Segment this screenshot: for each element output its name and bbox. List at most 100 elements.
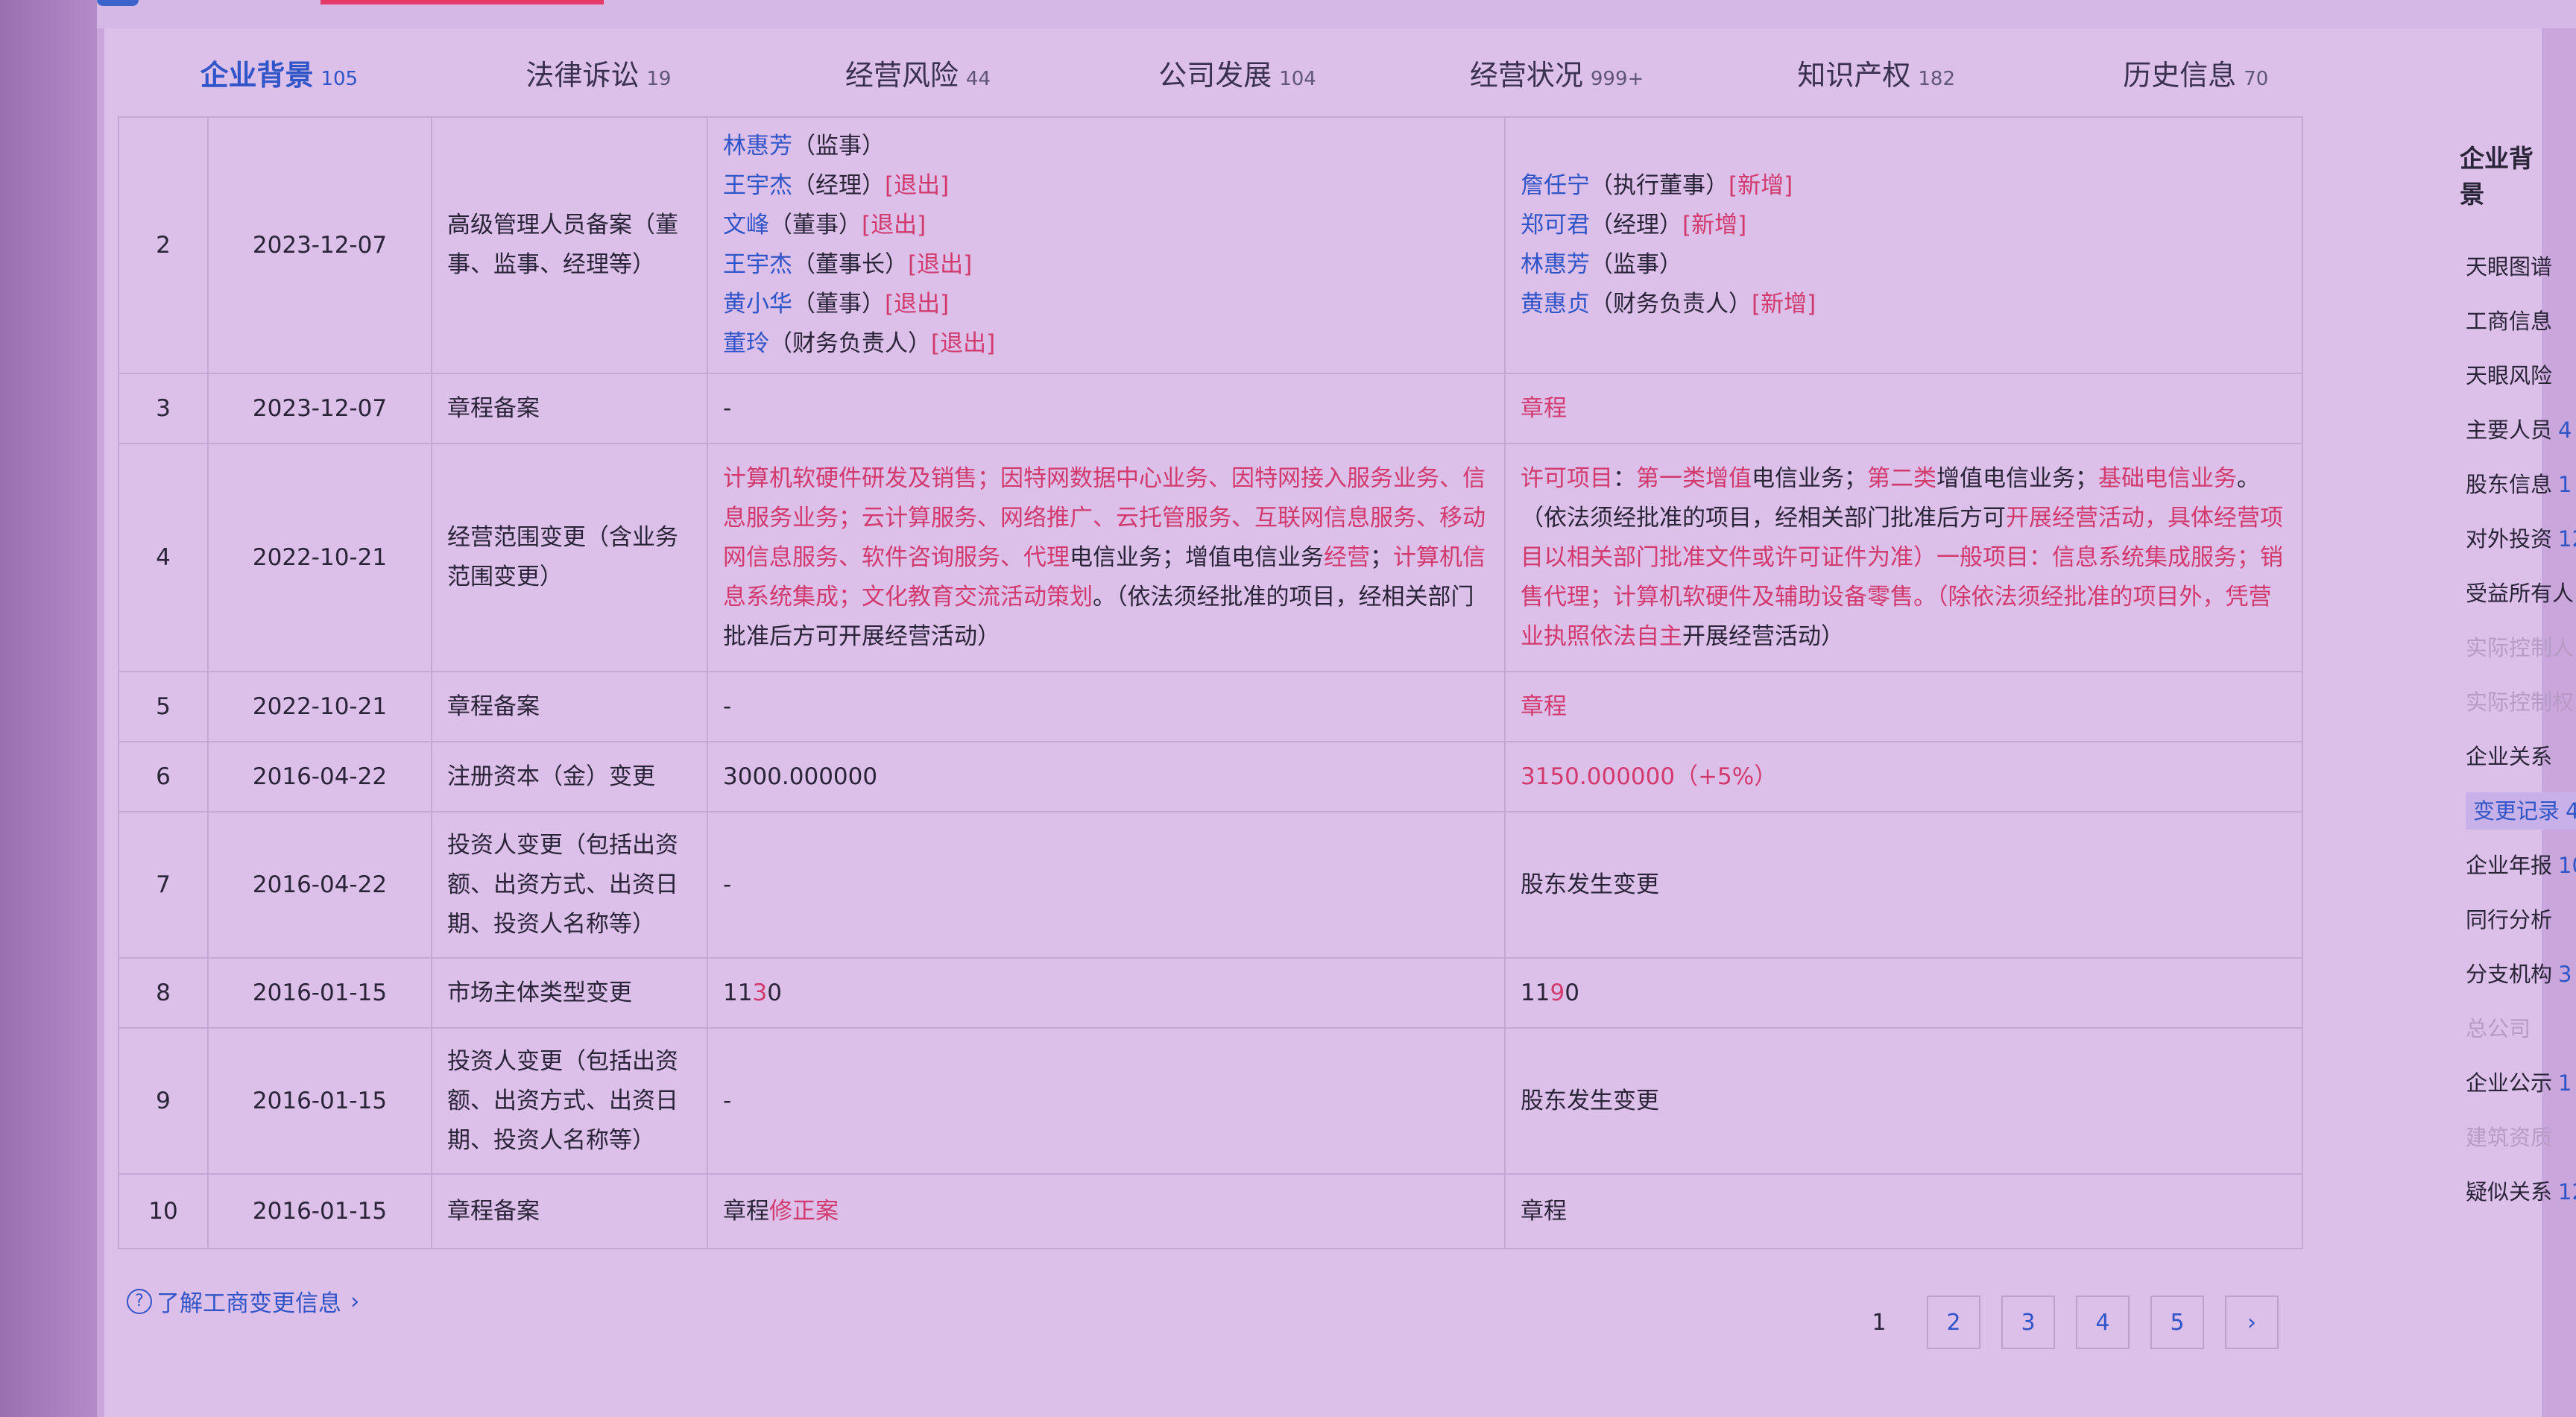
sidebar-item-shareholders[interactable]: 股东信息 1 xyxy=(2437,458,2572,512)
person-role: （执行董事） xyxy=(1590,172,1729,199)
tab-label: 法律诉讼 xyxy=(525,58,640,92)
person-link[interactable]: 文峰 xyxy=(723,212,769,239)
hint-text: 了解工商变更信息 xyxy=(157,1290,341,1317)
sidebar-item-peer-analysis[interactable]: 同行分析 xyxy=(2437,893,2552,947)
status-tag: [退出] xyxy=(885,172,950,199)
scope-text: 许可项目 xyxy=(1521,464,1613,492)
scope-text: 经营 xyxy=(1324,543,1370,571)
page-button[interactable]: 5 xyxy=(2150,1296,2204,1349)
person-link[interactable]: 林惠芳 xyxy=(723,133,792,160)
tab-count: 19 xyxy=(646,67,672,90)
person-link[interactable]: 林惠芳 xyxy=(1521,251,1590,278)
sidebar-item-count: 12 xyxy=(2558,1179,2576,1205)
before-change: 计算机软硬件研发及销售；因特网数据中心业务、因特网接入服务业务、信息服务业务；云… xyxy=(707,443,1506,672)
sidebar-item-public-notices[interactable]: 企业公示 1 xyxy=(2437,1056,2572,1111)
scope-text: 开展经营活动） xyxy=(1682,622,1844,650)
before-change: - xyxy=(707,811,1506,959)
status-tag: [新增] xyxy=(1729,172,1793,199)
sidebar-item-count: 10 xyxy=(2558,853,2576,878)
table-row: 5 2022-10-21 章程备案 - 章程 xyxy=(118,671,2303,742)
row-number: 3 xyxy=(118,373,209,444)
tab-intellectual-property[interactable]: 知识产权 182 xyxy=(1717,52,2036,93)
type-code-diff: 3 xyxy=(752,979,768,1006)
person-link[interactable]: 黄惠贞 xyxy=(1521,291,1590,318)
tab-count: 44 xyxy=(965,67,991,90)
sidebar-item-actual-controller: 实际控制人 xyxy=(2437,621,2574,675)
sidebar-item-beneficial-owner[interactable]: 受益所有人1 xyxy=(2437,567,2574,621)
tab-enterprise-background[interactable]: 企业背景 105 xyxy=(119,52,439,93)
top-accent-line xyxy=(321,0,604,4)
tab-label: 历史信息 xyxy=(2123,58,2237,92)
change-date: 2016-04-22 xyxy=(207,741,432,812)
table-row: 10 2016-01-15 章程备案 章程修正案 章程 xyxy=(118,1173,2303,1249)
sidebar-item-label: 企业年报 xyxy=(2466,853,2553,878)
status-tag: [新增] xyxy=(1752,291,1816,318)
sidebar-item-suspected-relations[interactable]: 疑似关系12 xyxy=(2437,1165,2576,1219)
change-item: 高级管理人员备案（董事、监事、经理等） xyxy=(431,116,708,374)
tab-label: 企业背景 xyxy=(200,58,314,92)
charter-link[interactable]: 章程 xyxy=(1521,693,1567,720)
sidebar-item-branches[interactable]: 分支机构 3 xyxy=(2437,947,2572,1002)
change-date: 2016-04-22 xyxy=(207,811,432,959)
pagination: 1 2 3 4 5 › xyxy=(1852,1296,2279,1349)
page-button[interactable]: 3 xyxy=(2001,1296,2055,1349)
person-link[interactable]: 董玲 xyxy=(723,330,769,357)
tab-count: 104 xyxy=(1279,67,1316,90)
change-date: 2016-01-15 xyxy=(207,1173,432,1249)
sidebar-nav: 企业背景 天眼图谱 工商信息 天眼风险 主要人员4 股东信息1 对外投资12 受… xyxy=(2437,116,2576,1219)
person-link[interactable]: 詹任宁 xyxy=(1521,172,1590,199)
tab-business-status[interactable]: 经营状况 999+ xyxy=(1397,52,1717,93)
person-entry: 黄小华（董事）[退出] xyxy=(723,285,1489,324)
change-item: 章程备案 xyxy=(431,1173,708,1249)
sidebar-item-annual-reports[interactable]: 企业年报10 xyxy=(2437,839,2576,893)
person-entry: 黄惠贞（财务负责人）[新增] xyxy=(1521,285,2287,324)
sidebar-item-change-records[interactable]: 变更记录47 xyxy=(2437,784,2576,839)
person-role: （经理） xyxy=(792,172,885,199)
change-item: 章程备案 xyxy=(431,671,708,742)
status-tag: [新增] xyxy=(1682,212,1747,239)
tab-legal-litigation[interactable]: 法律诉讼 19 xyxy=(439,52,759,93)
next-page-button[interactable]: › xyxy=(2225,1296,2279,1349)
sidebar-item-tianyan-graph[interactable]: 天眼图谱 xyxy=(2437,240,2552,294)
person-link[interactable]: 黄小华 xyxy=(723,291,792,318)
sidebar-item-tianyan-risk[interactable]: 天眼风险 xyxy=(2437,349,2552,403)
person-role: （财务负责人） xyxy=(769,330,931,357)
tab-label: 公司发展 xyxy=(1158,58,1272,92)
charter-link[interactable]: 章程 xyxy=(1521,395,1567,422)
amendment-link[interactable]: 修正案 xyxy=(769,1198,839,1225)
screen-bezel xyxy=(0,0,97,1417)
page-button[interactable]: 2 xyxy=(1927,1296,1980,1349)
tab-business-risk[interactable]: 经营风险 44 xyxy=(758,52,1078,93)
person-link[interactable]: 王宇杰 xyxy=(723,172,792,199)
after-change: 股东发生变更 xyxy=(1504,1027,2303,1175)
person-link[interactable]: 王宇杰 xyxy=(723,251,792,278)
sidebar-item-business-info[interactable]: 工商信息 xyxy=(2437,294,2553,349)
help-icon: ? xyxy=(127,1288,152,1314)
before-change: 林惠芳（监事） 王宇杰（经理）[退出] 文峰（董事）[退出] 王宇杰（董事长）[… xyxy=(707,116,1506,374)
table-row: 2 2023-12-07 高级管理人员备案（董事、监事、经理等） 林惠芳（监事）… xyxy=(118,116,2303,374)
sidebar-active-highlight: 变更记录47 xyxy=(2466,792,2576,830)
scope-text: ； xyxy=(1370,543,1393,571)
sidebar-item-label: 主要人员 xyxy=(2466,417,2553,443)
row-number: 6 xyxy=(118,741,209,812)
sidebar-item-label: 工商信息 xyxy=(2466,309,2553,334)
scope-text: 第二类 xyxy=(1867,464,1936,492)
before-change: 1130 xyxy=(707,957,1506,1029)
sidebar-item-label: 变更记录 xyxy=(2473,798,2560,824)
sidebar-item-label: 对外投资 xyxy=(2466,526,2553,552)
sidebar-item-key-personnel[interactable]: 主要人员 4 xyxy=(2437,403,2572,458)
page-button[interactable]: 4 xyxy=(2076,1296,2130,1349)
before-change: - xyxy=(707,1027,1506,1175)
sidebar-item-label: 受益所有人 xyxy=(2466,581,2575,606)
person-role: （监事） xyxy=(792,133,885,160)
learn-change-info-link[interactable]: ? 了解工商变更信息 › xyxy=(127,1284,359,1318)
tab-history[interactable]: 历史信息 70 xyxy=(2036,52,2355,93)
person-link[interactable]: 郑可君 xyxy=(1521,212,1590,239)
sidebar-item-relations[interactable]: 企业关系 xyxy=(2437,730,2552,784)
person-entry: 郑可君（经理）[新增] xyxy=(1521,206,2287,245)
tab-company-development[interactable]: 公司发展 104 xyxy=(1078,52,1398,93)
before-change: 3000.000000 xyxy=(707,741,1506,812)
person-role: （董事） xyxy=(769,212,862,239)
sidebar-item-investments[interactable]: 对外投资12 xyxy=(2437,512,2576,567)
status-tag: [退出] xyxy=(931,330,996,357)
